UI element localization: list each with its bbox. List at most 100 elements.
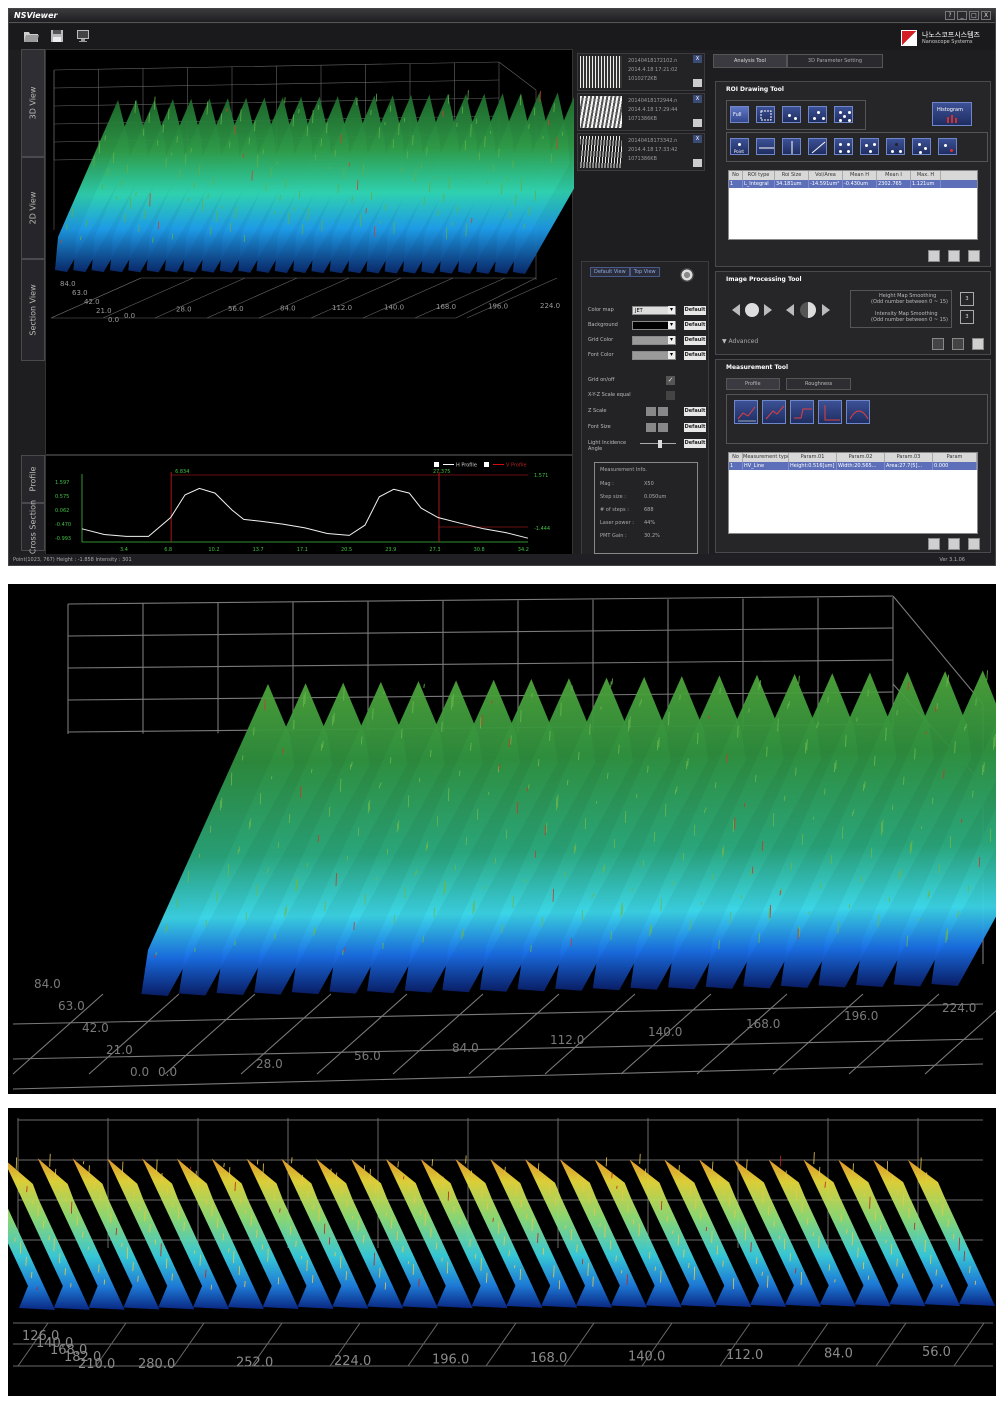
surface-spike [529, 207, 531, 216]
font-size-down-button[interactable] [658, 423, 668, 432]
tab-roughness[interactable]: Roughness [786, 378, 852, 390]
surface-spike [925, 731, 927, 735]
roi-triangle-button[interactable] [886, 138, 905, 155]
roi-v-line-button[interactable] [782, 138, 801, 155]
tab-2d-view[interactable]: 2D View [21, 157, 45, 259]
grid-color-default-button[interactable]: Default [684, 336, 706, 345]
background-color-select[interactable] [632, 321, 676, 330]
grid-onoff-checkbox[interactable]: ✓ [666, 376, 675, 385]
close-thumbnail-button[interactable]: X [693, 95, 702, 103]
y-axis-tick: 63.0 [58, 999, 85, 1013]
close-button[interactable]: X [981, 11, 991, 20]
roi-full-button[interactable]: Full [730, 106, 749, 123]
export-xls-icon[interactable] [948, 538, 960, 550]
roi-scatter-button[interactable] [912, 138, 931, 155]
surface-spike [510, 735, 512, 745]
monitor-icon[interactable] [75, 29, 91, 43]
thumbnail-checkbox[interactable] [693, 119, 702, 127]
roi-rect-button[interactable] [756, 106, 775, 123]
measure-radius-button[interactable] [846, 400, 870, 424]
open-folder-icon[interactable] [23, 29, 39, 43]
thumbnail-item[interactable]: 20140418172102.n 2014.4.18 17:21:02 1010… [577, 53, 705, 91]
export-text-icon[interactable] [928, 250, 940, 262]
roi-red-point-button[interactable] [938, 138, 957, 155]
close-thumbnail-button[interactable]: X [693, 55, 702, 63]
smoothing-box: Height Map Smoothing (Odd number between… [850, 290, 952, 328]
tab-top-view[interactable]: Top View [629, 267, 660, 277]
thumbnail-checkbox[interactable] [693, 159, 702, 167]
font-color-select[interactable] [632, 351, 676, 360]
font-size-default-button[interactable]: Default [684, 423, 706, 432]
roi-diagonal-line-button[interactable] [808, 138, 827, 155]
roi-two-point-button[interactable] [782, 106, 801, 123]
tab-section-view[interactable]: Section View [21, 259, 45, 361]
tab-cross-section[interactable]: Cross Section [21, 500, 45, 554]
surface-spike [509, 211, 511, 219]
thumbnail-checkbox[interactable] [693, 79, 702, 87]
delete-icon[interactable] [968, 250, 980, 262]
h-profile-checkbox[interactable] [434, 462, 439, 467]
measure-cell: 0.000 [933, 462, 977, 470]
font-size-up-button[interactable] [646, 423, 656, 432]
3d-view-canvas[interactable]: 0.0 28.0 56.0 84.0 112.0 140.0 168.0 196.0 224.0… [45, 49, 588, 455]
export-xls-icon[interactable] [948, 250, 960, 262]
background-default-button[interactable]: Default [684, 321, 706, 330]
file-thumbnails: 20140418172102.n 2014.4.18 17:21:02 1010… [575, 49, 707, 171]
thumbnail-item[interactable]: 20140418172944.n 2014.4.18 17:29:44 1071… [577, 93, 705, 131]
z-scale-default-button[interactable]: Default [684, 407, 706, 416]
measure-area-profile-button[interactable] [734, 400, 758, 424]
brightness-contrast-icons[interactable] [730, 296, 840, 324]
settings-gear-icon[interactable] [680, 268, 694, 282]
z-scale-up-button[interactable] [646, 407, 656, 416]
surface-spike [465, 836, 468, 846]
v-profile-checkbox[interactable] [484, 462, 489, 467]
measure-angle-button[interactable] [818, 400, 842, 424]
surface-spike [851, 1232, 854, 1246]
minimize-button[interactable]: _ [957, 11, 967, 20]
tab-profile-measure[interactable]: Profile [726, 378, 780, 390]
z-scale-down-button[interactable] [658, 407, 668, 416]
roi-five-point-button[interactable] [834, 106, 853, 123]
thumbnail-item[interactable]: 20140418173342.n 2014.4.18 17:33:42 1071… [577, 133, 705, 171]
table-row[interactable]: 1 L_Integral 34.181um -14.591um² -0.430u… [729, 180, 977, 188]
help-button[interactable]: ? [945, 11, 955, 20]
x-axis-tick: 140.0 [384, 304, 404, 312]
close-thumbnail-button[interactable]: X [693, 135, 702, 143]
tab-analysis-tool[interactable]: Analysis Tool [713, 54, 787, 68]
font-color-default-button[interactable]: Default [684, 351, 706, 360]
tab-default-view[interactable]: Default View [590, 267, 630, 277]
roi-point-button[interactable]: Point [730, 138, 749, 155]
surface-spike [389, 105, 392, 112]
save-icon[interactable] [49, 29, 65, 43]
light-angle-slider-thumb[interactable] [658, 440, 662, 448]
tab-3d-parameter-setting[interactable]: 3D Parameter Setting [786, 54, 884, 68]
delete-icon[interactable] [968, 538, 980, 550]
intensity-smoothing-value[interactable]: 3 [960, 310, 974, 324]
table-row[interactable]: 1 HV_Line Height:0.516[um] Width:20.565.… [729, 462, 977, 470]
surface-spike [345, 1271, 347, 1281]
home-icon[interactable] [972, 338, 984, 350]
histogram-button[interactable]: Histogram [932, 102, 972, 126]
tab-profile[interactable]: Profile [21, 455, 45, 503]
measure-step-height-button[interactable] [790, 400, 814, 424]
surface-spike [603, 864, 606, 871]
light-angle-default-button[interactable]: Default [684, 439, 706, 448]
roi-multi-point-button[interactable] [860, 138, 879, 155]
height-smoothing-value[interactable]: 3 [960, 292, 974, 306]
tab-3d-view[interactable]: 3D View [21, 49, 45, 157]
xyz-scale-checkbox[interactable] [666, 391, 675, 400]
measure-line-profile-button[interactable] [762, 400, 786, 424]
color-map-default-button[interactable]: Default [684, 306, 706, 315]
advanced-toggle[interactable]: ▼ Advanced [722, 338, 758, 345]
undo-icon[interactable] [932, 338, 944, 350]
roi-h-line-button[interactable] [756, 138, 775, 155]
color-map-select[interactable]: JET [632, 306, 676, 315]
surface-spike [711, 873, 714, 880]
grid-color-select[interactable] [632, 336, 676, 345]
roi-grid-points-button[interactable] [834, 138, 853, 155]
x-axis-tick: 28.0 [176, 306, 192, 314]
export-text-icon[interactable] [928, 538, 940, 550]
maximize-button[interactable]: □ [969, 11, 979, 20]
roi-three-point-button[interactable] [808, 106, 827, 123]
redo-icon[interactable] [952, 338, 964, 350]
